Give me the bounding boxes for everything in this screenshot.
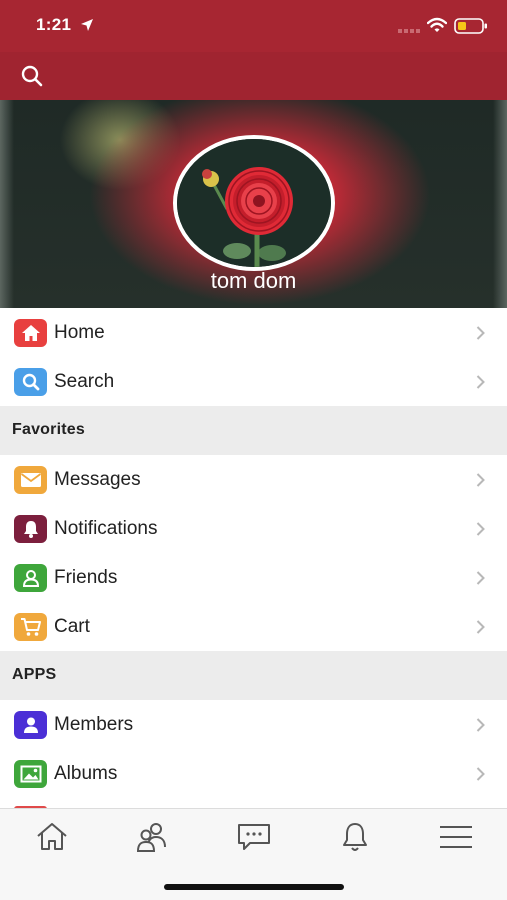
chevron-right-icon xyxy=(476,718,485,732)
menu-item-messages[interactable]: Messages xyxy=(0,455,507,504)
person-icon xyxy=(14,564,47,592)
section-header-apps: APPS xyxy=(0,651,507,700)
location-arrow-icon xyxy=(81,19,93,31)
chevron-right-icon xyxy=(476,375,485,389)
menu-item-label: Cart xyxy=(54,616,90,637)
bell-icon[interactable] xyxy=(337,821,373,853)
app-header: 1:21 xyxy=(0,0,507,100)
menu-item-albums[interactable]: Albums xyxy=(0,749,507,798)
home-indicator[interactable] xyxy=(164,884,344,890)
chat-icon[interactable] xyxy=(236,821,272,853)
chevron-right-icon xyxy=(476,522,485,536)
menu-item-cart[interactable]: Cart xyxy=(0,602,507,651)
member-icon xyxy=(14,711,47,739)
avatar[interactable] xyxy=(173,135,335,271)
search-icon[interactable] xyxy=(20,64,44,88)
menu-item-label: Friends xyxy=(54,567,118,588)
chevron-right-icon xyxy=(476,620,485,634)
bell-icon xyxy=(14,515,47,543)
menu-item-home[interactable]: Home xyxy=(0,308,507,357)
menu-item-members[interactable]: Members xyxy=(0,700,507,749)
signal-icon xyxy=(398,29,420,33)
menu-item-search[interactable]: Search xyxy=(0,357,507,406)
status-bar: 1:21 xyxy=(0,0,507,52)
status-time: 1:21 xyxy=(36,15,72,34)
section-title: APPS xyxy=(12,666,57,683)
section-title: Favorites xyxy=(12,421,85,438)
friends-icon[interactable] xyxy=(135,821,171,853)
menu-item-label: Messages xyxy=(54,469,141,490)
envelope-icon xyxy=(14,466,47,494)
picture-icon xyxy=(14,760,47,788)
chevron-right-icon xyxy=(476,767,485,781)
menu-item-label: Members xyxy=(54,714,134,735)
menu-item-label: Search xyxy=(54,371,115,392)
profile-name: tom dom xyxy=(210,268,297,293)
cart-icon xyxy=(14,613,47,641)
profile-cover: tom dom xyxy=(0,100,507,308)
dahlia-flower-image xyxy=(177,139,331,267)
section-header-favorites: Favorites xyxy=(0,406,507,455)
menu-item-friends[interactable]: Friends xyxy=(0,553,507,602)
chevron-right-icon xyxy=(476,326,485,340)
battery-icon xyxy=(454,18,487,34)
menu-item-label: Albums xyxy=(54,763,118,784)
search-bar xyxy=(0,52,507,100)
side-menu: Home Search Favorites Messages Notificat… xyxy=(0,308,507,798)
chevron-right-icon xyxy=(476,473,485,487)
menu-item-notifications[interactable]: Notifications xyxy=(0,504,507,553)
home-icon[interactable] xyxy=(34,821,70,853)
menu-item-label: Home xyxy=(54,322,105,343)
menu-icon[interactable] xyxy=(438,821,474,853)
wifi-icon xyxy=(427,17,447,32)
search-icon xyxy=(14,368,47,396)
chevron-right-icon xyxy=(476,571,485,585)
menu-item-label: Notifications xyxy=(54,518,158,539)
home-icon xyxy=(14,319,47,347)
